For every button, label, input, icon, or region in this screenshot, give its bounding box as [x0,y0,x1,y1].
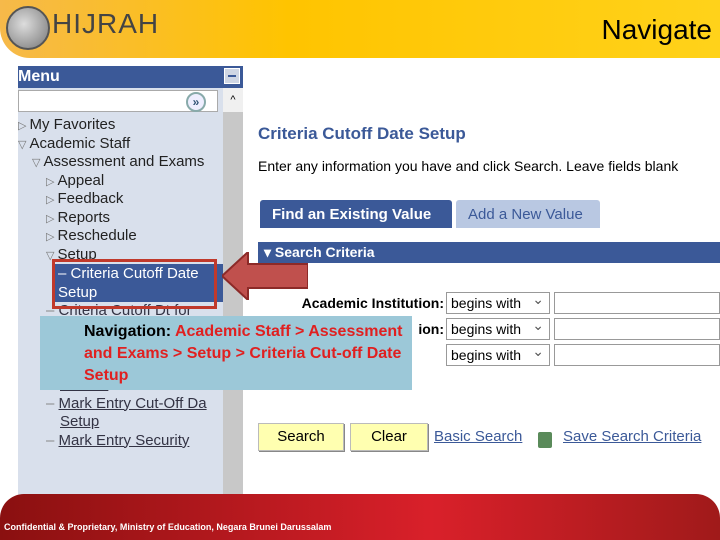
menu-search: » [18,88,243,114]
menu-link-item[interactable]: Setup [18,413,223,432]
menu-scrollbar[interactable]: ^ [223,88,243,512]
menu-link[interactable]: Setup [60,413,99,430]
navigation-callout: Navigation: Academic Staff > Assessment … [40,316,412,390]
callout-lead: Navigation: [84,323,175,340]
footer-text: Confidential & Proprietary, Ministry of … [4,522,332,532]
value-input[interactable] [554,292,720,314]
tab-add-new[interactable]: Add a New Value [456,200,600,228]
operator-select[interactable]: begins with [446,317,550,340]
menu-link-item[interactable]: – Mark Entry Cut-Off Da [18,395,223,414]
triangle-down-icon: ▽ [32,157,44,169]
menu-item-label: Reports [57,208,111,226]
menu-title: Menu [18,68,60,85]
triangle-right-icon: ▷ [18,120,30,132]
menu-item-label: Feedback [57,190,124,207]
menu-item-label: Assessment and Exams [43,153,205,170]
menu-item[interactable]: ▷ Reports [18,209,223,228]
globe-icon [6,6,50,50]
value-input[interactable] [554,344,720,366]
triangle-right-icon: ▷ [46,231,58,243]
hijrah-logo: HIJRAH [6,4,160,50]
page-title: Criteria Cutoff Date Setup [258,124,466,143]
header-bar: HIJRAH Navigate [0,0,720,58]
value-input[interactable] [554,318,720,340]
highlight-box [52,259,217,309]
menu-item[interactable]: ▷ Appeal [18,172,223,191]
basic-search-link[interactable]: Basic Search [434,428,522,445]
triangle-right-icon: ▷ [46,212,58,225]
menu-header: Menu [18,66,243,88]
menu-item[interactable]: ▽ Assessment and Exams [18,153,223,172]
slide-title: Navigate [601,14,712,45]
footer-bar: Confidential & Proprietary, Ministry of … [0,494,720,540]
scroll-up-icon[interactable]: ^ [223,88,243,112]
tab-find-existing[interactable]: Find an Existing Value [260,200,452,228]
logo-text: HIJRAH [52,8,160,39]
triangle-down-icon: ▽ [18,138,30,151]
search-criteria-header[interactable]: ▾ Search Criteria [258,242,720,263]
menu-item[interactable]: ▷ Feedback [18,190,223,209]
save-disk-icon[interactable] [538,432,552,448]
save-search-criteria-link[interactable]: Save Search Criteria [563,428,701,445]
clear-button[interactable]: Clear [350,423,428,451]
search-button[interactable]: Search [258,423,344,451]
menu-item-label: My Favorites [29,116,116,133]
menu-link-item[interactable]: – Mark Entry Security [18,432,223,451]
double-chevron-right-icon[interactable]: » [186,92,206,112]
section-label: Search Criteria [274,244,375,260]
dash-icon: – [46,394,59,412]
field-row: Academic Institution: begins with [258,291,720,316]
menu-link[interactable]: Mark Entry Security [59,432,190,449]
menu-item-label: Reschedule [57,227,137,244]
operator-select[interactable]: begins with [446,291,550,314]
dash-icon: – [46,431,59,449]
triangle-right-icon: ▷ [46,194,58,206]
field-label: ion: [418,321,444,337]
operator-select[interactable]: begins with [446,343,550,366]
instructions: Enter any information you have and click… [258,158,679,174]
menu-item[interactable]: ▷ Reschedule [18,227,223,246]
menu-item-label: Appeal [57,171,105,189]
triangle-right-icon: ▷ [46,175,58,188]
field-label: Academic Institution: [301,295,444,311]
menu-item[interactable]: ▽ Academic Staff [18,135,223,154]
minimize-icon[interactable] [224,68,240,84]
menu-link[interactable]: Mark Entry Cut-Off Da [59,395,207,412]
menu-item-label: Academic Staff [29,134,131,152]
menu-item[interactable]: ▷ My Favorites [18,116,223,135]
